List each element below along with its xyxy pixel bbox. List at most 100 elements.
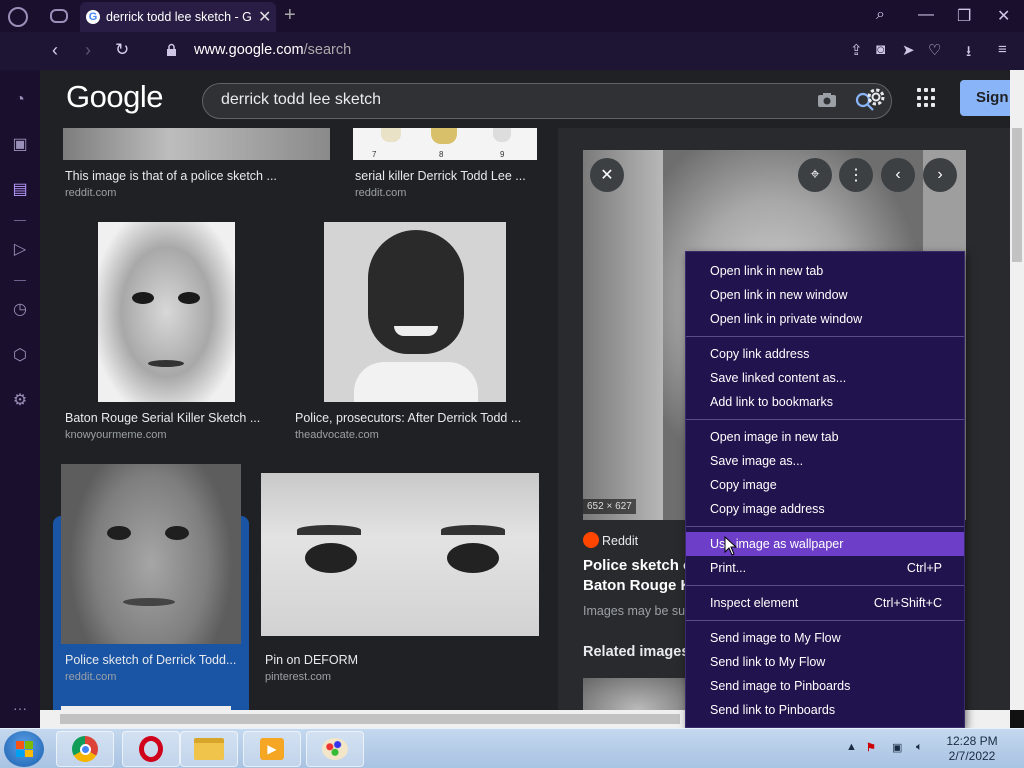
camera-search-icon[interactable] xyxy=(817,92,837,108)
menu-item-save-image-as[interactable]: Save image as... xyxy=(686,449,964,473)
back-button[interactable]: ‹ xyxy=(52,40,58,61)
menu-item-open-link-in-new-tab[interactable]: Open link in new tab xyxy=(686,259,964,283)
result-source[interactable]: reddit.com xyxy=(65,187,116,199)
download-icon[interactable]: ⭳ xyxy=(966,41,971,66)
result-source[interactable]: pinterest.com xyxy=(265,671,331,683)
player-icon[interactable]: ▷ xyxy=(10,240,30,260)
show-hidden-icons[interactable]: ▲ xyxy=(846,741,857,753)
action-center-icon[interactable]: ⚑ xyxy=(866,741,876,754)
crypto-wallet-icon[interactable]: ▣ xyxy=(10,135,30,155)
share-icon[interactable]: ⇪ xyxy=(850,41,863,59)
network-icon[interactable]: ▣ xyxy=(892,741,902,754)
result-thumbnail[interactable] xyxy=(261,473,539,636)
settings-icon[interactable]: ⚙ xyxy=(10,391,30,411)
snapshot-icon[interactable]: ◙ xyxy=(876,41,885,58)
chrome-taskbar-icon[interactable] xyxy=(56,731,114,767)
gamepad-icon[interactable] xyxy=(50,9,68,23)
more-icon[interactable]: ··· xyxy=(10,698,30,718)
system-clock[interactable]: 12:28 PM 2/7/2022 xyxy=(940,734,1004,764)
menu-separator xyxy=(686,336,964,337)
menu-item-save-linked-content-as[interactable]: Save linked content as... xyxy=(686,366,964,390)
google-apps-icon[interactable] xyxy=(917,88,937,108)
result-title[interactable]: Baton Rouge Serial Killer Sketch ... xyxy=(65,411,260,425)
search-tabs-icon[interactable]: ⌕ xyxy=(876,6,885,24)
result-title[interactable]: serial killer Derrick Todd Lee ... xyxy=(355,169,526,183)
browser-titlebar: G derrick todd lee sketch - Go ✕ + ⌕ — ❐… xyxy=(0,0,1024,32)
speed-dial-icon[interactable]: ◔ xyxy=(10,90,30,110)
minimize-button[interactable]: — xyxy=(918,6,934,24)
send-icon[interactable]: ➤ xyxy=(902,41,915,59)
easy-setup-icon[interactable]: ≡ xyxy=(998,41,1007,58)
preview-title[interactable]: Baton Rouge Ki xyxy=(583,577,696,594)
result-source[interactable]: theadvocate.com xyxy=(295,429,379,441)
opera-taskbar-icon[interactable] xyxy=(122,731,180,767)
menu-item-open-link-in-private-window[interactable]: Open link in private window xyxy=(686,307,964,331)
menu-separator xyxy=(686,620,964,621)
menu-item-inspect-element[interactable]: Inspect element Ctrl+Shift+C xyxy=(686,591,964,615)
related-thumbnail[interactable] xyxy=(583,678,693,710)
image-results-grid: 7 8 9 This image is that of a police ske… xyxy=(40,128,560,710)
next-image-button[interactable]: › xyxy=(923,158,957,192)
visual-search-button[interactable]: ⌖ xyxy=(798,158,832,192)
twitch-icon[interactable]: ▤ xyxy=(10,180,30,200)
result-title[interactable]: Police, prosecutors: After Derrick Todd … xyxy=(295,411,521,425)
browser-tab[interactable]: G derrick todd lee sketch - Go ✕ xyxy=(80,2,276,32)
result-thumbnail[interactable] xyxy=(324,222,506,402)
result-thumbnail[interactable] xyxy=(61,464,241,644)
reload-button[interactable]: ↻ xyxy=(115,40,129,60)
start-button[interactable] xyxy=(4,731,44,767)
result-source[interactable]: reddit.com xyxy=(355,187,406,199)
more-options-button[interactable]: ⋮ xyxy=(839,158,873,192)
preview-title[interactable]: Police sketch of xyxy=(583,557,697,574)
forward-button[interactable]: › xyxy=(85,40,91,61)
result-title[interactable]: Police sketch of Derrick Todd... xyxy=(65,653,236,667)
opera-sidebar: ◔ ▣ ▤ ▷ ◷ ⬡ ⚙ ··· xyxy=(0,70,40,730)
google-logo[interactable]: Google xyxy=(66,79,163,115)
menu-item-send-link-to-pinboards[interactable]: Send link to Pinboards xyxy=(686,698,964,722)
menu-item-label: Save linked content as... xyxy=(710,371,847,385)
new-tab-button[interactable]: + xyxy=(284,4,296,27)
menu-item-copy-link-address[interactable]: Copy link address xyxy=(686,342,964,366)
close-window-button[interactable]: ✕ xyxy=(997,6,1010,26)
address-bar[interactable]: www.google.com/search xyxy=(194,42,351,58)
opera-logo-icon[interactable] xyxy=(8,7,28,27)
menu-item-copy-image-address[interactable]: Copy image address xyxy=(686,497,964,521)
result-title[interactable]: This image is that of a police sketch ..… xyxy=(65,169,277,183)
result-source[interactable]: reddit.com xyxy=(65,671,116,683)
menu-item-copy-image[interactable]: Copy image xyxy=(686,473,964,497)
result-thumbnail[interactable] xyxy=(63,128,330,160)
menu-separator xyxy=(686,585,964,586)
sign-in-button[interactable]: Sign xyxy=(960,80,1010,116)
paint-taskbar-icon[interactable] xyxy=(306,731,364,767)
result-source[interactable]: knowyourmeme.com xyxy=(65,429,166,441)
tab-close-icon[interactable]: ✕ xyxy=(258,7,271,27)
extensions-cube-icon[interactable]: ⬡ xyxy=(10,346,30,366)
menu-item-label: Send link to My Flow xyxy=(710,655,826,669)
heart-icon[interactable]: ♡ xyxy=(928,41,941,59)
result-thumbnail[interactable] xyxy=(98,222,235,402)
result-title[interactable]: Pin on DEFORM xyxy=(265,653,358,667)
close-preview-button[interactable]: ✕ xyxy=(590,158,624,192)
menu-item-add-link-to-bookmarks[interactable]: Add link to bookmarks xyxy=(686,390,964,414)
menu-item-open-image-in-new-tab[interactable]: Open image in new tab xyxy=(686,425,964,449)
result-thumbnail[interactable]: 7 8 9 xyxy=(353,128,537,160)
restore-button[interactable]: ❐ xyxy=(957,6,971,26)
search-input[interactable] xyxy=(221,91,781,109)
related-images-heading: Related images xyxy=(583,644,690,660)
media-player-taskbar-icon[interactable]: ▶ xyxy=(243,731,301,767)
previous-image-button[interactable]: ‹ xyxy=(881,158,915,192)
menu-item-send-link-to-my-flow[interactable]: Send link to My Flow xyxy=(686,650,964,674)
search-box[interactable] xyxy=(202,83,892,119)
menu-item-send-image-to-pinboards[interactable]: Send image to Pinboards xyxy=(686,674,964,698)
history-icon[interactable]: ◷ xyxy=(10,300,30,320)
menu-item-print[interactable]: Print... Ctrl+P xyxy=(686,556,964,580)
volume-icon[interactable]: 🔈︎ xyxy=(916,741,923,754)
menu-separator xyxy=(686,419,964,420)
file-explorer-taskbar-icon[interactable] xyxy=(180,731,238,767)
menu-item-open-link-in-new-window[interactable]: Open link in new window xyxy=(686,283,964,307)
menu-item-send-image-to-my-flow[interactable]: Send image to My Flow xyxy=(686,626,964,650)
preview-source[interactable]: Reddit xyxy=(602,534,638,548)
gear-icon[interactable] xyxy=(864,85,888,109)
vertical-scrollbar[interactable] xyxy=(1010,70,1024,710)
menu-item-label: Open image in new tab xyxy=(710,430,839,444)
